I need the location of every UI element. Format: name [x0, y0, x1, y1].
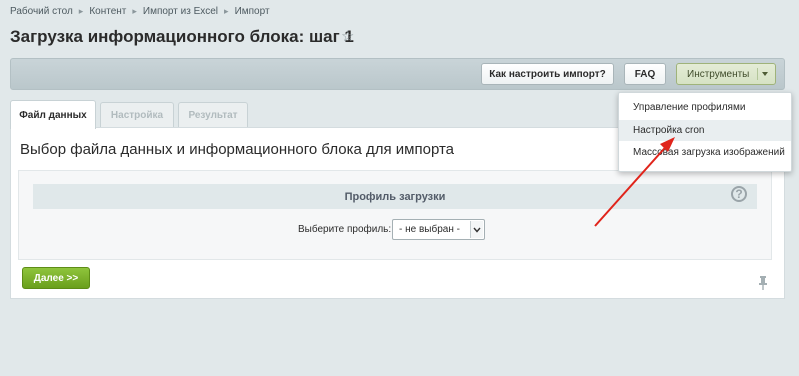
howto-button[interactable]: Как настроить импорт?: [481, 63, 614, 85]
menu-item-cron-settings[interactable]: Настройка cron: [619, 120, 791, 141]
breadcrumb: Рабочий стол ▸ Контент ▸ Импорт из Excel ▸ Имп…: [10, 6, 270, 17]
tab-data-file[interactable]: Файл данных: [10, 100, 96, 129]
profile-label: Выберите профиль:: [298, 224, 392, 235]
section-title: Выбор файла данных и информационного бло…: [20, 141, 455, 158]
breadcrumb-import[interactable]: Импорт: [235, 6, 270, 17]
breadcrumb-separator: ▸: [224, 6, 229, 16]
profile-select-value: - не выбран -: [399, 224, 460, 235]
menu-item-bulk-image-upload[interactable]: Массовая загрузка изображений: [619, 142, 791, 163]
breadcrumb-content[interactable]: Контент: [89, 6, 126, 17]
breadcrumb-separator: ▸: [78, 6, 84, 16]
tools-button-label: Инструменты: [687, 68, 750, 80]
pin-icon[interactable]: [758, 276, 768, 290]
page-title: Загрузка информационного блока: шаг 1: [10, 27, 354, 46]
chevron-down-icon: [470, 221, 483, 238]
tab-settings[interactable]: Настройка: [100, 102, 174, 128]
next-button[interactable]: Далее >>: [22, 267, 90, 289]
profile-header: Профиль загрузки: [33, 184, 757, 209]
star-icon[interactable]: ☆: [341, 29, 354, 44]
tools-button[interactable]: Инструменты: [676, 63, 776, 85]
tab-result[interactable]: Результат: [178, 102, 248, 128]
question-icon[interactable]: ?: [731, 186, 747, 202]
chevron-down-icon: [757, 68, 771, 80]
profile-select[interactable]: - не выбран -: [392, 219, 485, 240]
breadcrumb-desktop[interactable]: Рабочий стол: [10, 6, 73, 17]
breadcrumb-excel-import[interactable]: Импорт из Excel: [143, 6, 218, 17]
breadcrumb-separator: ▸: [132, 6, 137, 16]
menu-item-manage-profiles[interactable]: Управление профилями: [619, 97, 791, 118]
faq-button[interactable]: FAQ: [624, 63, 666, 85]
toolbar: [10, 58, 785, 90]
